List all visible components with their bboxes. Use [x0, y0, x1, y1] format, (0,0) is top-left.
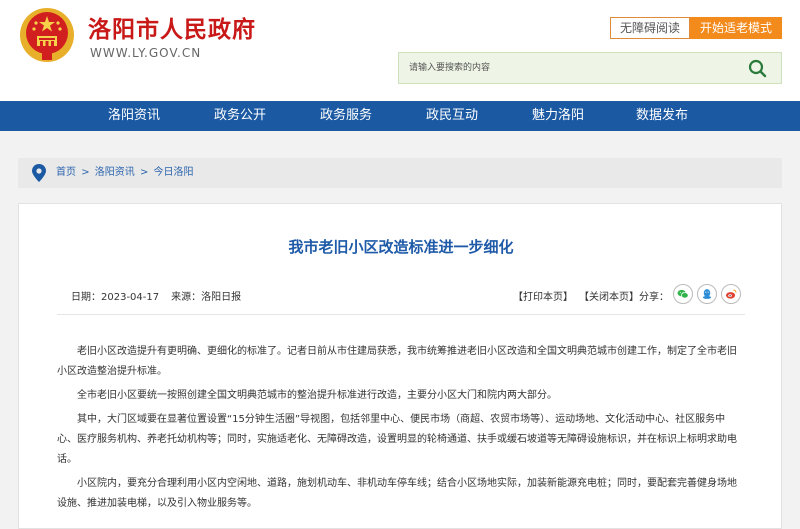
breadcrumb-separator: > — [81, 167, 90, 178]
article-container: 我市老旧小区改造标准进一步细化 日期：2023-04-17 来源：洛阳日报 【打印… — [18, 203, 782, 529]
search-icon[interactable] — [743, 57, 771, 79]
article-body: 老旧小区改造提升有更明确、更细化的标准了。记者日前从市住建局获悉，我市统筹推进老… — [57, 342, 745, 518]
search-input[interactable] — [399, 53, 739, 83]
article-title: 我市老旧小区改造标准进一步细化 — [288, 238, 514, 256]
main-nav: 洛阳资讯 政务公开 政务服务 政民互动 魅力洛阳 数据发布 — [0, 101, 800, 131]
elder-mode-button[interactable]: 开始适老模式 — [690, 17, 782, 39]
share-label: 分享： — [639, 292, 669, 303]
article-paragraph: 老旧小区改造提升有更明确、更细化的标准了。记者日前从市住建局获悉，我市统筹推进老… — [57, 346, 737, 377]
site-header: 洛阳市人民政府 WWW.LY.GOV.CN 无障碍阅读 开始适老模式 — [0, 0, 800, 101]
print-page-link[interactable]: 【打印本页】 — [513, 292, 573, 303]
national-emblem-icon — [20, 8, 74, 62]
close-page-link[interactable]: 【关闭本页】 — [579, 292, 639, 303]
wechat-icon[interactable] — [673, 284, 693, 304]
article-source: 来源：洛阳日报 — [171, 292, 242, 303]
nav-item-government-services[interactable]: 政务服务 — [306, 101, 386, 131]
divider — [57, 314, 745, 315]
breadcrumb-today-luoyang[interactable]: 今日洛阳 — [154, 167, 194, 178]
nav-item-charming-luoyang[interactable]: 魅力洛阳 — [518, 101, 598, 131]
nav-item-government-affairs[interactable]: 政务公开 — [200, 101, 280, 131]
breadcrumb-separator: > — [139, 167, 149, 178]
breadcrumb-luoyang-news[interactable]: 洛阳资讯 — [95, 167, 135, 178]
breadcrumb: 首页 > 洛阳资讯 > 今日洛阳 — [18, 158, 782, 188]
article-meta: 日期：2023-04-17 来源：洛阳日报 — [71, 288, 241, 303]
site-url: WWW.LY.GOV.CN — [90, 46, 202, 60]
breadcrumb-trail: 首页 > 洛阳资讯 > 今日洛阳 — [56, 158, 194, 188]
accessible-reading-button[interactable]: 无障碍阅读 — [610, 17, 690, 39]
search-box — [398, 52, 782, 84]
location-pin-icon — [32, 164, 46, 182]
nav-item-public-interaction[interactable]: 政民互动 — [412, 101, 492, 131]
qq-icon[interactable] — [697, 284, 717, 304]
article-paragraph: 全市老旧小区要统一按照创建全国文明典范城市的整治提升标准进行改造，主要分小区大门… — [77, 390, 557, 401]
article-tools: 【打印本页】 【关闭本页】 — [513, 288, 639, 303]
weibo-icon[interactable] — [721, 284, 741, 304]
article-paragraph: 其中，大门区域要在显著位置设置“15分钟生活圈”导视图，包括邻里中心、便民市场（… — [57, 414, 737, 465]
article-paragraph: 小区院内，要充分合理利用小区内空闲地、道路，施划机动车、非机动车停车线；结合小区… — [57, 478, 737, 509]
nav-item-luoyang-news[interactable]: 洛阳资讯 — [94, 101, 174, 131]
site-title: 洛阳市人民政府 — [88, 17, 256, 43]
article-date: 日期：2023-04-17 — [71, 292, 160, 303]
breadcrumb-home[interactable]: 首页 — [56, 167, 76, 178]
nav-item-data-release[interactable]: 数据发布 — [622, 101, 702, 131]
